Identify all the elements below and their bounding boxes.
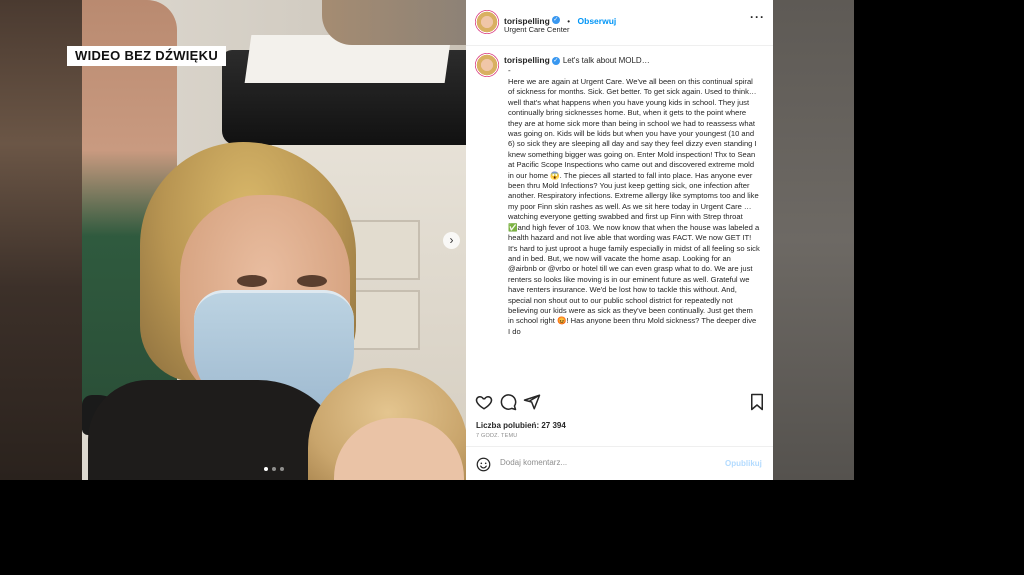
caption-scroll-area[interactable]: torispelling ✓ Let's talk about MOLD… - He…: [466, 47, 773, 387]
caption-username[interactable]: torispelling: [504, 55, 550, 65]
carousel-dot: [280, 467, 284, 471]
comment-input[interactable]: [500, 458, 720, 467]
carousel-dot-active: [264, 467, 268, 471]
carousel-dot: [272, 467, 276, 471]
caption-dash: -: [508, 66, 511, 75]
photo-eye: [237, 275, 267, 287]
caption-avatar[interactable]: [475, 53, 499, 77]
chevron-right-icon: ›: [449, 233, 454, 247]
heart-icon[interactable]: [475, 393, 493, 411]
post-photo[interactable]: [82, 0, 466, 480]
post-time: 7 GODZ. TEMU: [476, 433, 518, 439]
post-header: torispelling ✓ • Obserwuj Urgent Care Cen…: [466, 0, 773, 46]
blurred-background-left: [0, 0, 82, 480]
verified-icon: ✓: [551, 15, 560, 24]
black-border: [854, 0, 1024, 480]
action-bar: [466, 390, 773, 416]
bookmark-icon[interactable]: [748, 393, 766, 411]
share-icon[interactable]: [523, 393, 541, 411]
more-horizontal-icon: ···: [750, 10, 765, 24]
blurred-background-right: [773, 0, 854, 480]
caption-header: torispelling ✓ Let's talk about MOLD…: [504, 55, 650, 65]
carousel-dots: [264, 467, 284, 471]
comment-icon[interactable]: [499, 393, 517, 411]
likes-count[interactable]: Liczba polubień: 27 394: [476, 421, 566, 430]
verified-icon: ✓: [551, 56, 560, 65]
location-link[interactable]: Urgent Care Center: [504, 25, 569, 34]
photo-child-lying: [322, 0, 466, 45]
caption-text: Here we are again at Urgent Care. We've …: [508, 77, 760, 336]
publish-comment-button[interactable]: Opublikuj: [725, 459, 762, 468]
avatar[interactable]: [475, 10, 499, 34]
more-options-button[interactable]: ···: [750, 10, 765, 24]
screen: WIDEO BEZ DŹWIĘKU › torispelling ✓ • Obse…: [0, 0, 1024, 575]
photo-eye: [297, 275, 327, 287]
caption-title: Let's talk about MOLD…: [562, 56, 650, 65]
carousel-next-button[interactable]: ›: [443, 232, 460, 249]
post-panel: torispelling ✓ • Obserwuj Urgent Care Cen…: [466, 0, 773, 480]
follow-button[interactable]: Obserwuj: [578, 16, 617, 26]
emoji-icon[interactable]: [476, 457, 491, 472]
no-sound-badge: WIDEO BEZ DŹWIĘKU: [67, 46, 227, 66]
comment-bar: Opublikuj: [466, 446, 773, 480]
